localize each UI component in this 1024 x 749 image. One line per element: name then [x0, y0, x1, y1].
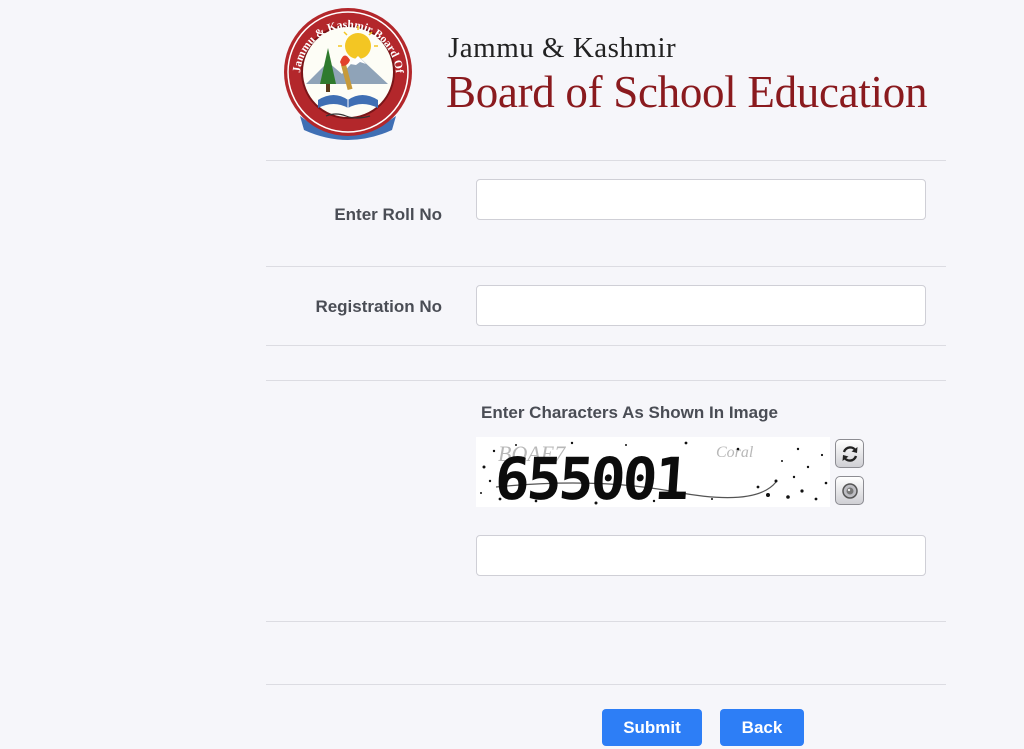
captcha-refresh-button[interactable] [835, 439, 864, 468]
page-header: Jammu & Kashmir Board Of School Educatio… [266, 0, 946, 160]
captcha-audio-button[interactable] [835, 476, 864, 505]
refresh-icon [836, 443, 863, 465]
jkbose-logo: Jammu & Kashmir Board Of School Educatio… [276, 0, 416, 144]
roll-no-label: Enter Roll No [334, 205, 442, 224]
divider [266, 266, 946, 267]
roll-no-input[interactable] [476, 179, 926, 220]
result-form-panel: Jammu & Kashmir Board Of School Educatio… [266, 0, 946, 749]
svg-text:Coral: Coral [716, 444, 754, 461]
divider [266, 684, 946, 685]
divider [266, 160, 946, 161]
captcha-input[interactable] [476, 535, 926, 576]
registration-no-label: Registration No [315, 297, 442, 316]
divider [266, 345, 946, 346]
divider [266, 380, 946, 381]
registration-no-input[interactable] [476, 285, 926, 326]
captcha-label: Enter Characters As Shown In Image [481, 403, 778, 422]
submit-button[interactable]: Submit [602, 709, 702, 746]
captcha-text: 655001 [493, 445, 690, 507]
speaker-icon [836, 480, 863, 502]
header-title: Board of School Education [446, 67, 928, 117]
captcha-image: BOAE7 Coral 655001 [476, 437, 830, 507]
divider [266, 621, 946, 622]
header-subtitle: Jammu & Kashmir [448, 32, 677, 64]
back-button[interactable]: Back [720, 709, 804, 746]
